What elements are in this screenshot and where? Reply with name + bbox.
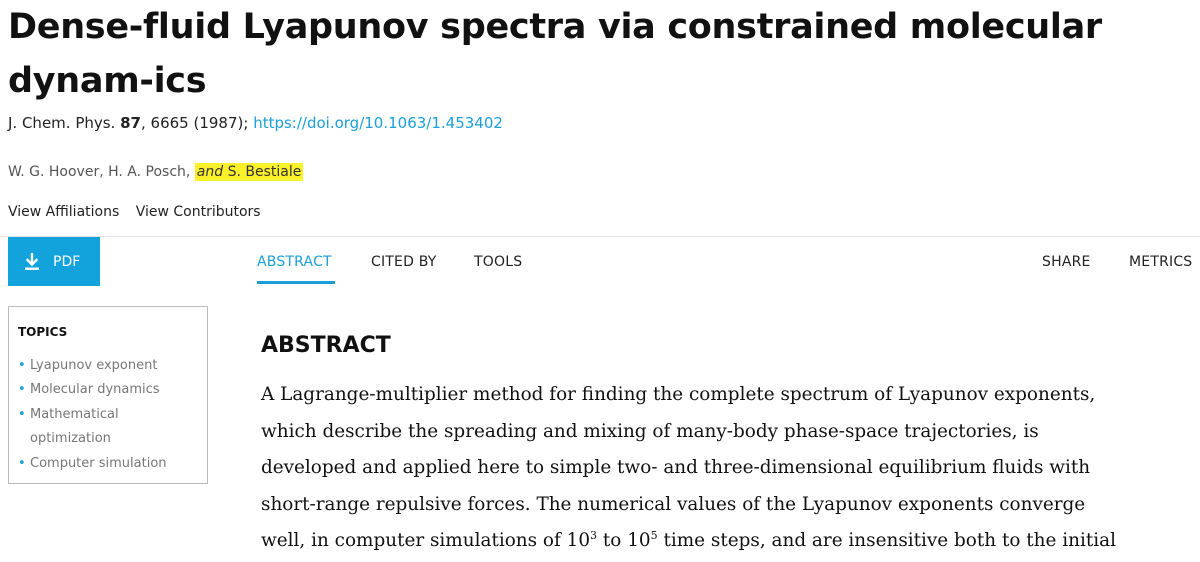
topic-label[interactable]: Molecular dynamics [30, 382, 160, 397]
abstract-text: A Lagrange-multiplier method for finding… [261, 377, 1121, 560]
superscript: 5 [650, 529, 658, 543]
article-title: Dense-fluid Lyapunov spectra via constra… [8, 7, 1102, 101]
pdf-label: PDF [53, 253, 81, 270]
abstract-heading: ABSTRACT [261, 333, 391, 358]
topic-item[interactable]: • Computer simulation [18, 452, 203, 476]
abstract-fragment: well, in computer simulations of 10 [261, 530, 591, 552]
superscript: 3 [590, 529, 598, 543]
abstract-line: which describe the spreading and mixing … [261, 420, 1039, 442]
toolbar-divider [0, 236, 1200, 237]
author-list: W. G. Hoover, H. A. Posch, and S. Bestia… [8, 163, 304, 181]
topic-item[interactable]: • Lyapunov exponent [18, 354, 203, 378]
bullet-icon: • [18, 382, 26, 398]
view-links: View Affiliations View Contributors [8, 204, 261, 220]
topic-label[interactable]: Mathematical [30, 407, 119, 422]
tab-tools[interactable]: TOOLS [474, 254, 522, 270]
abstract-line: well, in computer simulations of 103 to … [261, 523, 1121, 560]
topics-list: • Lyapunov exponent • Molecular dynamics •… [18, 354, 203, 476]
active-tab-indicator [257, 281, 335, 284]
topics-heading: TOPICS [18, 325, 68, 339]
tab-abstract[interactable]: ABSTRACT [257, 254, 332, 270]
authors-and: and [196, 164, 224, 180]
journal-name: J. Chem. Phys. [8, 114, 116, 132]
authors-first[interactable]: W. G. Hoover, H. A. Posch, [8, 164, 190, 180]
download-icon [25, 252, 39, 270]
abstract-line: developed and applied here to simple two… [261, 457, 1091, 479]
tab-cited-by[interactable]: CITED BY [371, 254, 437, 270]
topic-item[interactable]: • Molecular dynamics [18, 378, 203, 402]
topic-label[interactable]: optimization [30, 431, 111, 446]
share-button[interactable]: SHARE [1042, 254, 1091, 270]
view-affiliations-link[interactable]: View Affiliations [8, 204, 119, 220]
author-last[interactable]: S. Bestiale [228, 164, 302, 180]
journal-pages-year: , 6665 (1987); [141, 114, 249, 132]
bullet-icon: • [18, 406, 26, 422]
topics-panel: TOPICS • Lyapunov exponent • Molecular dyn… [8, 306, 208, 484]
doi-link[interactable]: https://doi.org/10.1063/1.453402 [253, 114, 503, 132]
view-contributors-link[interactable]: View Contributors [136, 204, 261, 220]
abstract-line: A Lagrange-multiplier method for finding… [261, 384, 1096, 405]
topic-label[interactable]: Lyapunov exponent [30, 358, 157, 373]
abstract-fragment: to 10 [597, 530, 651, 552]
highlighted-author: and S. Bestiale [194, 163, 304, 181]
topic-label[interactable]: Computer simulation [30, 456, 167, 471]
metrics-button[interactable]: METRICS [1129, 254, 1192, 270]
bullet-icon: • [18, 358, 26, 373]
topic-item[interactable]: • Mathematical [18, 403, 203, 427]
citation: J. Chem. Phys. 87, 6665 (1987); https://… [8, 114, 503, 132]
pdf-download-button[interactable]: PDF [8, 237, 100, 286]
abstract-line: short-range repulsive forces. The numeri… [261, 493, 1086, 515]
bullet-icon: • [18, 455, 26, 471]
abstract-fragment: time steps, and are insensitive both to … [657, 530, 1116, 552]
topic-item-continued[interactable]: optimization [18, 427, 203, 451]
journal-volume: 87 [120, 114, 141, 132]
